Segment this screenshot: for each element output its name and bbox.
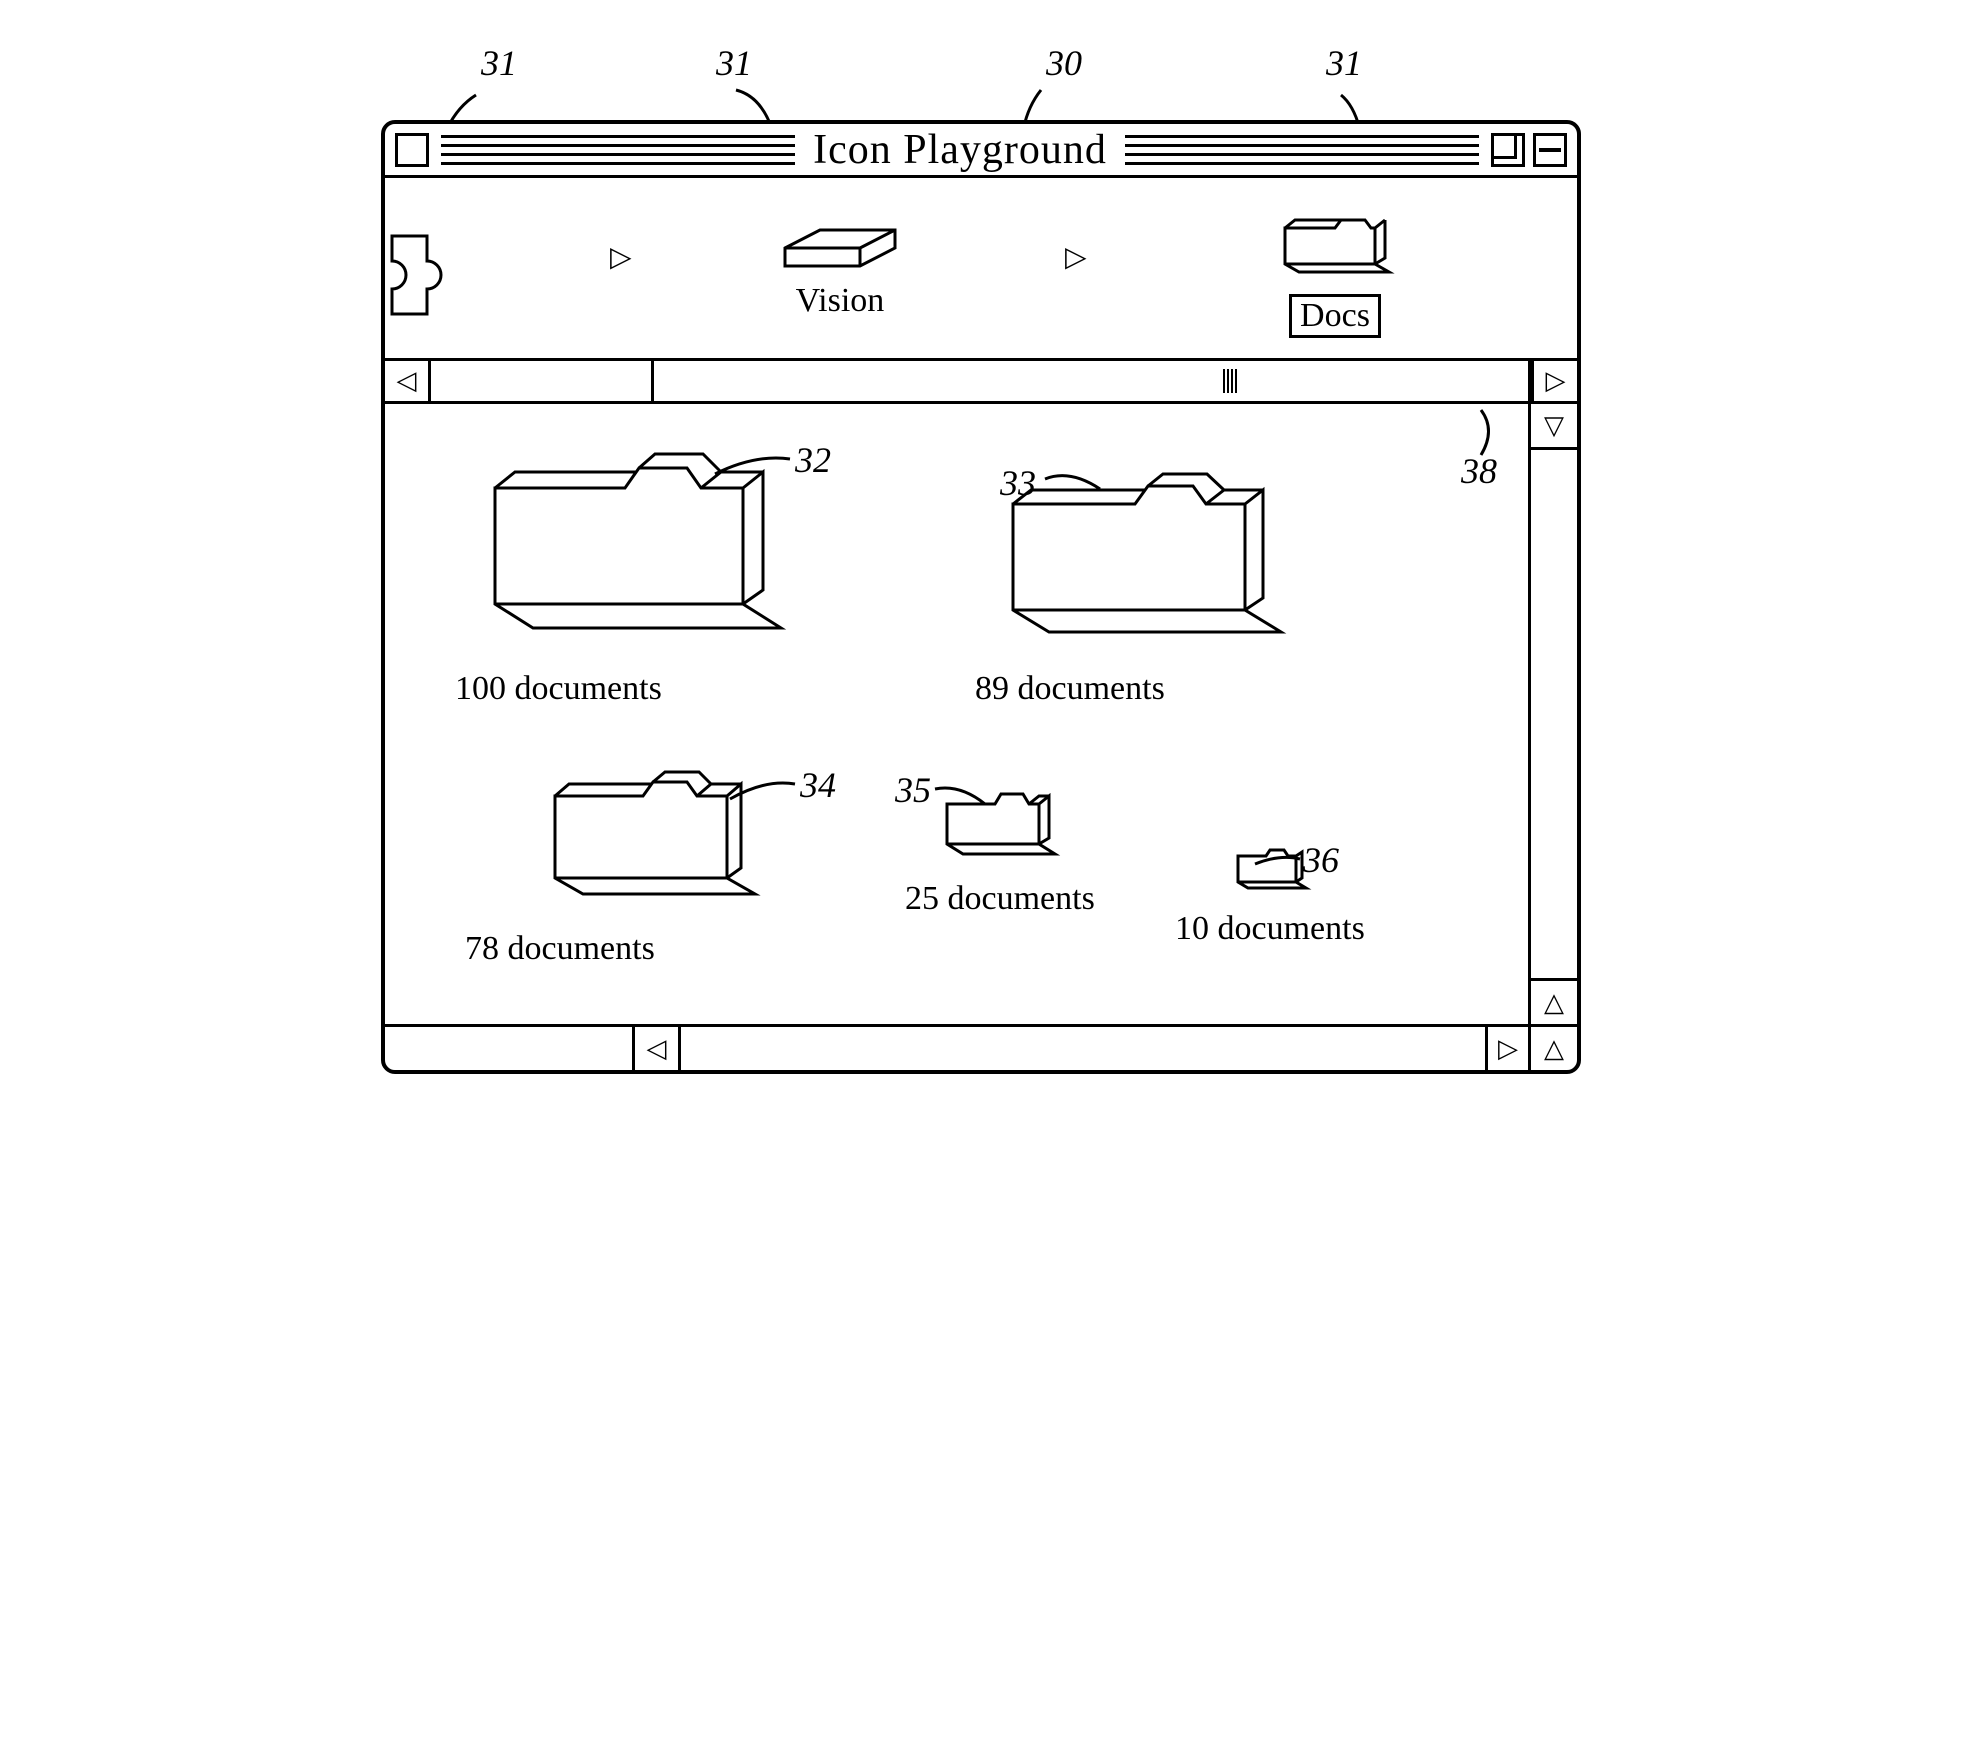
vertical-scrollbar: ▽ △ (1531, 404, 1577, 1024)
zoom-button[interactable] (1491, 133, 1525, 167)
close-button[interactable] (395, 133, 429, 167)
disk-icon (765, 218, 915, 278)
scroll-right-button[interactable]: ▷ (1485, 1027, 1531, 1070)
callout-31a: 31 (481, 42, 517, 84)
folder-25-documents[interactable]: 25 documents (905, 774, 1095, 918)
folder-label: 25 documents (905, 880, 1095, 918)
folder-icon (925, 774, 1075, 874)
folder-icon (975, 454, 1315, 664)
chevron-right-icon: ▷ (610, 240, 632, 274)
titlebar: Icon Playground (385, 124, 1577, 178)
scroll-up-corner-button[interactable]: △ (1531, 1027, 1577, 1070)
callout-31c: 31 (1326, 42, 1362, 84)
folder-100-documents[interactable]: 100 documents (455, 434, 815, 708)
bottom-scroll-track[interactable] (681, 1027, 1485, 1070)
folder-icon (1220, 834, 1320, 904)
path-scroll-thumb[interactable] (651, 361, 1531, 401)
folder-icon (525, 754, 785, 924)
path-scrollbar: ◁ ▷ (385, 358, 1577, 404)
callout-34: 34 (800, 764, 836, 806)
path-label-vision: Vision (796, 282, 885, 320)
path-label-docs: Docs (1289, 294, 1381, 338)
window-title: Icon Playground (795, 126, 1125, 174)
scroll-left-button[interactable]: ◁ (385, 361, 431, 401)
path-scroll-track[interactable] (431, 361, 1531, 401)
scroll-left-button[interactable]: ◁ (635, 1027, 681, 1070)
folder-label: 100 documents (455, 670, 662, 708)
window-frame: Icon Playground ▷ (381, 120, 1581, 1074)
breadcrumb-path: ▷ Vision ▷ (385, 178, 1577, 358)
folder-icon (455, 434, 815, 664)
root-icon[interactable] (367, 216, 457, 326)
folder-78-documents[interactable]: 78 documents (525, 754, 785, 968)
callout-31b: 31 (716, 42, 752, 84)
folder-label: 78 documents (465, 930, 655, 968)
chevron-right-icon: ▷ (1065, 240, 1087, 274)
folder-label: 10 documents (1175, 910, 1365, 948)
content-pane: 100 documents 89 documents (385, 404, 1531, 1024)
scroll-grip-icon (1223, 369, 1237, 393)
titlebar-stripes-right (1125, 135, 1479, 165)
path-item-vision[interactable]: Vision (765, 218, 915, 320)
folder-89-documents[interactable]: 89 documents (975, 454, 1315, 708)
folder-10-documents[interactable]: 10 documents (1175, 834, 1365, 948)
scroll-up-button[interactable]: △ (1531, 978, 1577, 1024)
path-item-docs[interactable]: Docs (1265, 200, 1405, 338)
titlebar-stripes-left (441, 135, 795, 165)
collapse-button[interactable] (1533, 133, 1567, 167)
bottom-scroll-spacer (385, 1027, 635, 1070)
scroll-right-button[interactable]: ▷ (1531, 361, 1577, 401)
bottom-scrollbar: ◁ ▷ △ (385, 1024, 1577, 1070)
folder-icon (1265, 200, 1405, 290)
folder-label: 89 documents (975, 670, 1165, 708)
callout-30: 30 (1046, 42, 1082, 84)
scroll-down-button[interactable]: ▽ (1531, 404, 1577, 450)
vscroll-track[interactable] (1531, 450, 1577, 978)
